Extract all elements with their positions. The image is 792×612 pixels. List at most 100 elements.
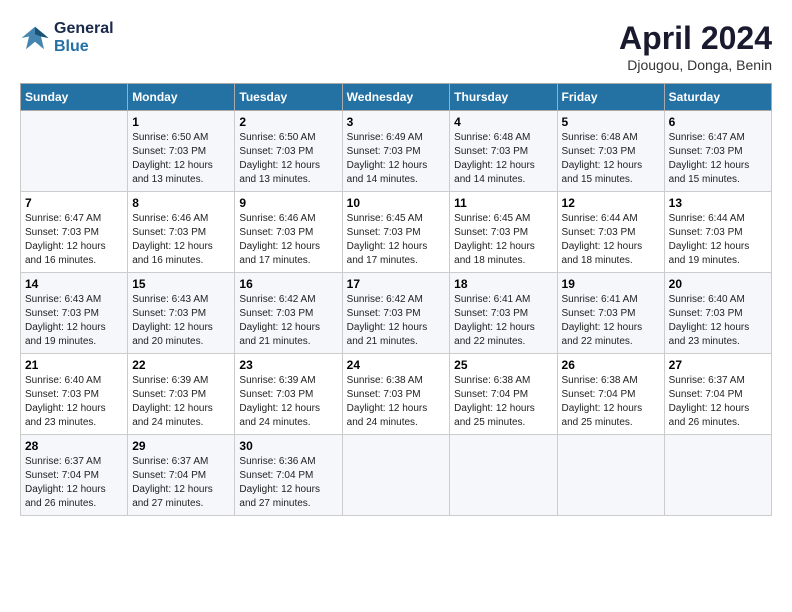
calendar-cell: 17 Sunrise: 6:42 AM Sunset: 7:03 PM Dayli…: [342, 273, 450, 354]
calendar-cell: 22 Sunrise: 6:39 AM Sunset: 7:03 PM Dayli…: [128, 354, 235, 435]
day-info: Sunrise: 6:40 AM Sunset: 7:03 PM Dayligh…: [25, 374, 123, 430]
calendar-cell: [21, 111, 128, 192]
day-number: 30: [239, 439, 337, 453]
day-number: 24: [347, 358, 446, 372]
calendar-cell: 24 Sunrise: 6:38 AM Sunset: 7:03 PM Dayli…: [342, 354, 450, 435]
calendar-cell: 25 Sunrise: 6:38 AM Sunset: 7:04 PM Dayli…: [450, 354, 557, 435]
day-number: 15: [132, 277, 230, 291]
day-info: Sunrise: 6:43 AM Sunset: 7:03 PM Dayligh…: [132, 293, 230, 349]
day-info: Sunrise: 6:38 AM Sunset: 7:04 PM Dayligh…: [454, 374, 552, 430]
calendar-cell: 12Sunrise: 6:44 AM Sunset: 7:03 PM Dayli…: [557, 192, 664, 273]
calendar-cell: 11 Sunrise: 6:45 AM Sunset: 7:03 PM Dayli…: [450, 192, 557, 273]
title-block: April 2024 Djougou, Donga, Benin: [619, 20, 772, 73]
calendar-cell: 21 Sunrise: 6:40 AM Sunset: 7:03 PM Dayli…: [21, 354, 128, 435]
weekday-header: Thursday: [450, 84, 557, 111]
day-number: 12: [562, 196, 660, 210]
calendar-cell: 4Sunrise: 6:48 AM Sunset: 7:03 PM Daylig…: [450, 111, 557, 192]
day-info: Sunrise: 6:50 AM Sunset: 7:03 PM Dayligh…: [239, 131, 337, 187]
day-number: 23: [239, 358, 337, 372]
day-number: 10: [347, 196, 446, 210]
day-info: Sunrise: 6:47 AM Sunset: 7:03 PM Dayligh…: [669, 131, 767, 187]
calendar-cell: 20 Sunrise: 6:40 AM Sunset: 7:03 PM Dayli…: [664, 273, 771, 354]
weekday-header: Sunday: [21, 84, 128, 111]
day-info: Sunrise: 6:45 AM Sunset: 7:03 PM Dayligh…: [347, 212, 446, 268]
weekday-header: Tuesday: [235, 84, 342, 111]
calendar-cell: 7 Sunrise: 6:47 AM Sunset: 7:03 PM Daylig…: [21, 192, 128, 273]
day-info: Sunrise: 6:46 AM Sunset: 7:03 PM Dayligh…: [239, 212, 337, 268]
day-number: 8: [132, 196, 230, 210]
day-info: Sunrise: 6:42 AM Sunset: 7:03 PM Dayligh…: [347, 293, 446, 349]
logo-text: General Blue: [54, 20, 114, 56]
day-number: 19: [562, 277, 660, 291]
day-info: Sunrise: 6:36 AM Sunset: 7:04 PM Dayligh…: [239, 455, 337, 511]
day-number: 20: [669, 277, 767, 291]
day-info: Sunrise: 6:40 AM Sunset: 7:03 PM Dayligh…: [669, 293, 767, 349]
day-number: 29: [132, 439, 230, 453]
calendar-cell: 26Sunrise: 6:38 AM Sunset: 7:04 PM Dayli…: [557, 354, 664, 435]
calendar-cell: [664, 435, 771, 516]
calendar-cell: 19 Sunrise: 6:41 AM Sunset: 7:03 PM Dayli…: [557, 273, 664, 354]
weekday-header-row: SundayMondayTuesdayWednesdayThursdayFrid…: [21, 84, 772, 111]
day-info: Sunrise: 6:41 AM Sunset: 7:03 PM Dayligh…: [454, 293, 552, 349]
day-number: 21: [25, 358, 123, 372]
calendar-cell: 28 Sunrise: 6:37 AM Sunset: 7:04 PM Dayli…: [21, 435, 128, 516]
day-info: Sunrise: 6:44 AM Sunset: 7:03 PM Dayligh…: [669, 212, 767, 268]
day-info: Sunrise: 6:50 AM Sunset: 7:03 PM Dayligh…: [132, 131, 230, 187]
calendar-week-row: 7 Sunrise: 6:47 AM Sunset: 7:03 PM Daylig…: [21, 192, 772, 273]
day-number: 3: [347, 115, 446, 129]
day-info: Sunrise: 6:39 AM Sunset: 7:03 PM Dayligh…: [132, 374, 230, 430]
calendar-cell: 15 Sunrise: 6:43 AM Sunset: 7:03 PM Dayli…: [128, 273, 235, 354]
calendar-cell: 8 Sunrise: 6:46 AM Sunset: 7:03 PM Daylig…: [128, 192, 235, 273]
day-info: Sunrise: 6:38 AM Sunset: 7:03 PM Dayligh…: [347, 374, 446, 430]
day-number: 4: [454, 115, 552, 129]
calendar-cell: 27 Sunrise: 6:37 AM Sunset: 7:04 PM Dayli…: [664, 354, 771, 435]
day-info: Sunrise: 6:37 AM Sunset: 7:04 PM Dayligh…: [669, 374, 767, 430]
calendar-table: SundayMondayTuesdayWednesdayThursdayFrid…: [20, 83, 772, 516]
day-number: 16: [239, 277, 337, 291]
day-info: Sunrise: 6:47 AM Sunset: 7:03 PM Dayligh…: [25, 212, 123, 268]
calendar-week-row: 1 Sunrise: 6:50 AM Sunset: 7:03 PM Daylig…: [21, 111, 772, 192]
calendar-week-row: 28 Sunrise: 6:37 AM Sunset: 7:04 PM Dayli…: [21, 435, 772, 516]
logo-icon: [20, 23, 50, 53]
month-title: April 2024: [619, 20, 772, 57]
calendar-cell: 30 Sunrise: 6:36 AM Sunset: 7:04 PM Dayli…: [235, 435, 342, 516]
calendar-cell: [342, 435, 450, 516]
day-info: Sunrise: 6:49 AM Sunset: 7:03 PM Dayligh…: [347, 131, 446, 187]
calendar-cell: 9 Sunrise: 6:46 AM Sunset: 7:03 PM Daylig…: [235, 192, 342, 273]
day-info: Sunrise: 6:42 AM Sunset: 7:03 PM Dayligh…: [239, 293, 337, 349]
day-number: 7: [25, 196, 123, 210]
day-number: 11: [454, 196, 552, 210]
calendar-cell: 18Sunrise: 6:41 AM Sunset: 7:03 PM Dayli…: [450, 273, 557, 354]
calendar-week-row: 21 Sunrise: 6:40 AM Sunset: 7:03 PM Dayli…: [21, 354, 772, 435]
calendar-cell: [450, 435, 557, 516]
day-info: Sunrise: 6:37 AM Sunset: 7:04 PM Dayligh…: [25, 455, 123, 511]
day-info: Sunrise: 6:41 AM Sunset: 7:03 PM Dayligh…: [562, 293, 660, 349]
day-info: Sunrise: 6:46 AM Sunset: 7:03 PM Dayligh…: [132, 212, 230, 268]
day-info: Sunrise: 6:38 AM Sunset: 7:04 PM Dayligh…: [562, 374, 660, 430]
day-number: 28: [25, 439, 123, 453]
day-number: 1: [132, 115, 230, 129]
weekday-header: Saturday: [664, 84, 771, 111]
day-number: 5: [562, 115, 660, 129]
day-number: 6: [669, 115, 767, 129]
day-number: 2: [239, 115, 337, 129]
day-number: 9: [239, 196, 337, 210]
page-header: General Blue April 2024 Djougou, Donga, …: [20, 20, 772, 73]
calendar-cell: 16 Sunrise: 6:42 AM Sunset: 7:03 PM Dayli…: [235, 273, 342, 354]
calendar-cell: [557, 435, 664, 516]
calendar-cell: 2 Sunrise: 6:50 AM Sunset: 7:03 PM Daylig…: [235, 111, 342, 192]
day-number: 13: [669, 196, 767, 210]
weekday-header: Friday: [557, 84, 664, 111]
calendar-week-row: 14Sunrise: 6:43 AM Sunset: 7:03 PM Dayli…: [21, 273, 772, 354]
weekday-header: Wednesday: [342, 84, 450, 111]
calendar-cell: 5 Sunrise: 6:48 AM Sunset: 7:03 PM Daylig…: [557, 111, 664, 192]
day-number: 22: [132, 358, 230, 372]
day-number: 25: [454, 358, 552, 372]
day-info: Sunrise: 6:45 AM Sunset: 7:03 PM Dayligh…: [454, 212, 552, 268]
day-info: Sunrise: 6:48 AM Sunset: 7:03 PM Dayligh…: [562, 131, 660, 187]
calendar-cell: 1 Sunrise: 6:50 AM Sunset: 7:03 PM Daylig…: [128, 111, 235, 192]
day-number: 17: [347, 277, 446, 291]
weekday-header: Monday: [128, 84, 235, 111]
day-info: Sunrise: 6:37 AM Sunset: 7:04 PM Dayligh…: [132, 455, 230, 511]
day-number: 27: [669, 358, 767, 372]
